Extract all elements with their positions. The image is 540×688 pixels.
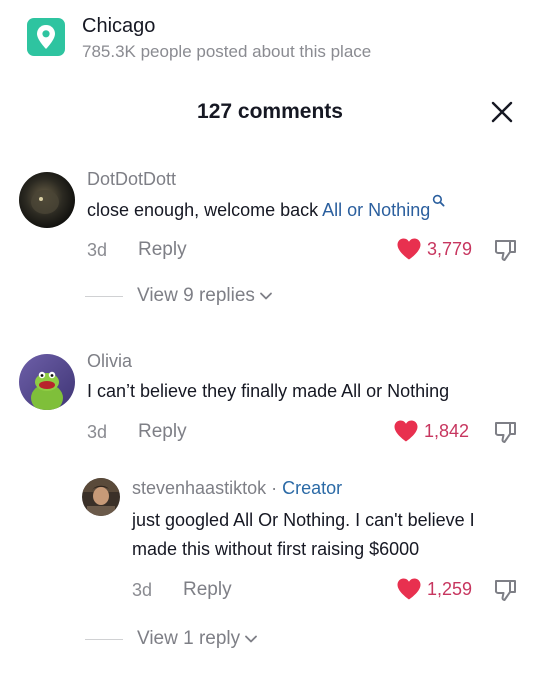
comments-header: 127 comments [0,96,540,132]
close-button[interactable] [488,98,516,126]
avatar[interactable] [19,354,75,410]
comment-text: close enough, welcome back All or Nothin… [87,194,445,225]
close-icon [491,101,513,123]
dislike-button[interactable] [493,419,519,445]
comment-text: I can’t believe they finally made All or… [87,381,450,401]
chevron-down-icon [260,292,272,300]
avatar[interactable] [19,172,75,228]
reply-time: 3d [132,580,153,600]
location-title: Chicago [82,15,156,37]
dislike-button[interactable] [493,237,519,263]
comment-time: 3d [87,240,108,260]
divider [85,295,123,297]
thumbs-down-icon [494,580,516,601]
heart-icon [397,578,421,600]
location-pin-icon [27,18,65,56]
view-replies-label: View 9 replies [137,285,255,306]
avatar[interactable] [82,478,120,516]
like-count: 1,842 [424,420,470,441]
thumbs-down-icon [494,240,516,261]
comment-username[interactable]: DotDotDott [87,169,176,190]
thumbs-down-icon [494,422,516,443]
separator-dot: · [266,478,283,498]
view-replies-button[interactable]: View 9 replies [85,285,273,307]
heart-icon [394,420,418,442]
location-bar[interactable]: Chicago 785.3K people posted about this … [27,14,371,61]
search-link-label: All or Nothing [322,200,431,220]
location-subtitle: 785.3K people posted about this place [82,42,372,61]
reply-button[interactable]: Reply [138,239,187,261]
reply-username-line: stevenhaastiktok · Creator [132,478,342,499]
view-replies-label: View 1 reply [137,628,241,649]
dislike-button[interactable] [493,577,519,603]
reply-username[interactable]: stevenhaastiktok [132,478,266,498]
comment-time: 3d [87,422,108,442]
creator-badge: Creator [282,478,343,498]
chevron-down-icon [245,635,258,643]
reply-button[interactable]: Reply [183,579,232,601]
divider [85,638,123,640]
heart-icon [397,238,421,260]
view-replies-button[interactable]: View 1 reply [85,628,258,650]
like-count: 3,779 [427,238,473,259]
like-count: 1,259 [427,578,473,599]
like-button[interactable]: 3,779 [396,237,472,261]
search-link[interactable]: All or Nothing [322,194,445,220]
reply-text-line-1: just googled All Or Nothing. I can't bel… [132,510,475,530]
comment-username[interactable]: Olivia [87,351,132,372]
search-icon [433,194,445,207]
comments-count-title: 127 comments [197,100,343,123]
like-button[interactable]: 1,842 [393,419,469,443]
comment-text-body: close enough, welcome back [87,200,323,220]
reply-button[interactable]: Reply [138,421,187,443]
reply-text-line-2: made this without first raising $6000 [132,539,420,559]
like-button[interactable]: 1,259 [396,577,472,601]
